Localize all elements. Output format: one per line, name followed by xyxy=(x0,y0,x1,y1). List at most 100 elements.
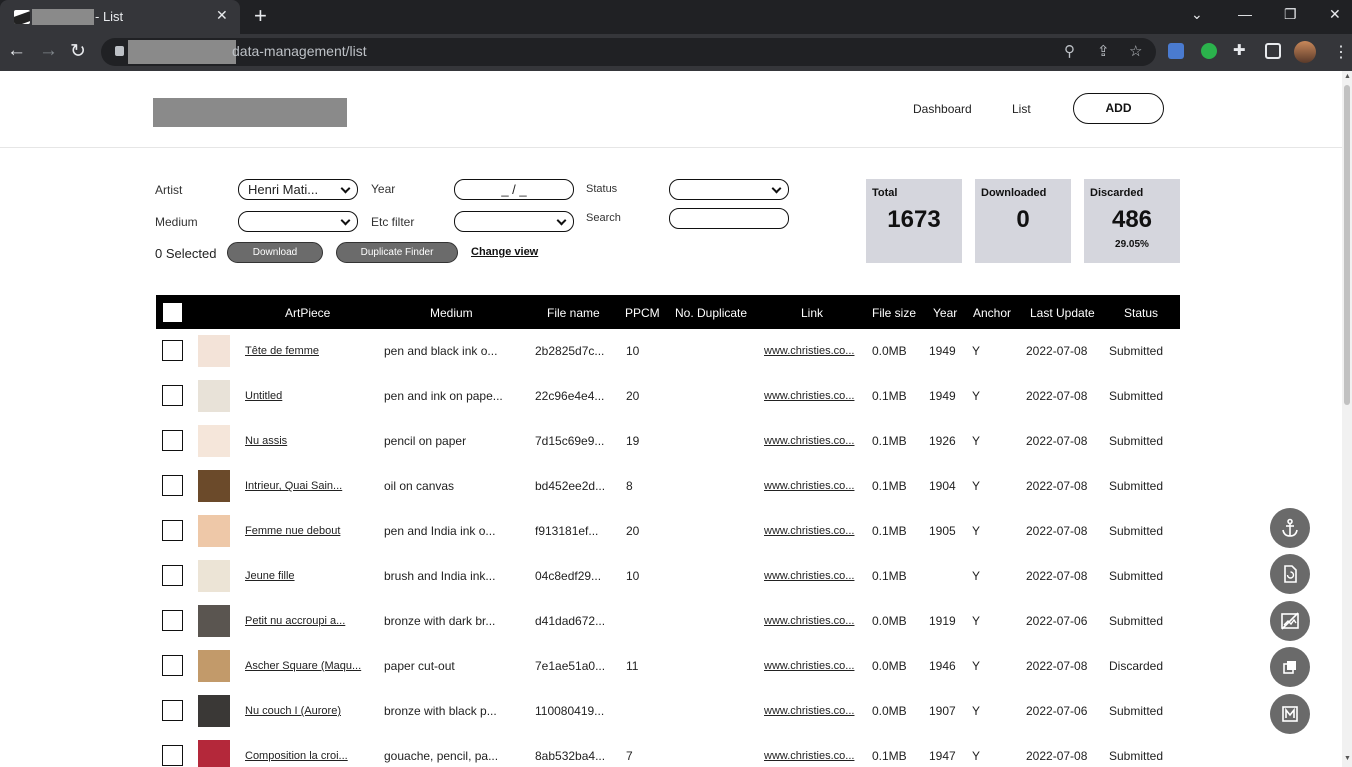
status-select[interactable] xyxy=(669,179,789,200)
add-button[interactable]: ADD xyxy=(1073,93,1164,124)
restore-icon[interactable]: ❐ xyxy=(1284,6,1297,23)
row-checkbox[interactable] xyxy=(162,610,183,631)
header-artpiece[interactable]: ArtPiece xyxy=(285,306,330,320)
source-link[interactable]: www.christies.co... xyxy=(764,525,856,537)
select-all-checkbox[interactable] xyxy=(163,303,182,322)
nav-dashboard[interactable]: Dashboard xyxy=(913,102,972,116)
page-scrollbar[interactable]: ▲ ▼ xyxy=(1342,71,1352,767)
header-link[interactable]: Link xyxy=(801,306,823,320)
artpiece-link[interactable]: Untitled xyxy=(245,390,363,402)
artpiece-link[interactable]: Nu assis xyxy=(245,435,363,447)
artwork-thumbnail[interactable] xyxy=(198,380,230,412)
artpiece-link[interactable]: Femme nue debout xyxy=(245,525,363,537)
source-link[interactable]: www.christies.co... xyxy=(764,435,856,447)
tab-close-icon[interactable]: ✕ xyxy=(216,7,228,24)
share-icon[interactable]: ⇪ xyxy=(1097,42,1110,60)
header-no-duplicate[interactable]: No. Duplicate xyxy=(675,306,747,320)
translate-extension-icon[interactable] xyxy=(1168,43,1184,59)
zoom-icon[interactable]: ⚲ xyxy=(1064,42,1075,60)
row-checkbox[interactable] xyxy=(162,340,183,361)
file-name-cell: d41dad672... xyxy=(535,614,606,628)
header-anchor[interactable]: Anchor xyxy=(973,306,1011,320)
anchor-fab[interactable] xyxy=(1270,508,1310,548)
bookmark-star-icon[interactable]: ☆ xyxy=(1129,42,1142,60)
source-link[interactable]: www.christies.co... xyxy=(764,750,856,762)
artwork-thumbnail[interactable] xyxy=(198,560,230,592)
download-button[interactable]: Download xyxy=(227,242,323,263)
artpiece-link[interactable]: Jeune fille xyxy=(245,570,363,582)
browser-tab[interactable]: - List ✕ xyxy=(0,0,240,34)
profile-avatar[interactable] xyxy=(1294,41,1316,63)
artwork-thumbnail[interactable] xyxy=(198,650,230,682)
artwork-thumbnail[interactable] xyxy=(198,695,230,727)
medium-cell: brush and India ink... xyxy=(384,569,496,583)
source-link[interactable]: www.christies.co... xyxy=(764,615,856,627)
artwork-thumbnail[interactable] xyxy=(198,470,230,502)
artist-value: Henri Mati... xyxy=(248,182,319,197)
artist-select[interactable]: Henri Mati... xyxy=(238,179,358,200)
artpiece-link[interactable]: Ascher Square (Maqu... xyxy=(245,660,363,672)
m-badge-fab[interactable] xyxy=(1270,694,1310,734)
download-file-fab[interactable] xyxy=(1270,554,1310,594)
source-link[interactable]: www.christies.co... xyxy=(764,480,856,492)
scroll-thumb[interactable] xyxy=(1344,85,1350,405)
reload-icon[interactable]: ↻ xyxy=(70,40,86,63)
duplicate-finder-button[interactable]: Duplicate Finder xyxy=(336,242,458,263)
year-input[interactable]: _ / _ xyxy=(454,179,574,200)
file-size-cell: 0.1MB xyxy=(872,749,907,763)
artpiece-link[interactable]: Nu couch I (Aurore) xyxy=(245,705,363,717)
tab-search-chevron-icon[interactable]: ⌄ xyxy=(1191,6,1203,23)
row-checkbox[interactable] xyxy=(162,385,183,406)
source-link[interactable]: www.christies.co... xyxy=(764,660,856,672)
artwork-thumbnail[interactable] xyxy=(198,605,230,637)
row-checkbox[interactable] xyxy=(162,565,183,586)
header-last-update[interactable]: Last Update xyxy=(1030,306,1095,320)
file-size-cell: 0.1MB xyxy=(872,569,907,583)
artpiece-link[interactable]: Tête de femme xyxy=(245,345,363,357)
medium-select[interactable] xyxy=(238,211,358,232)
row-checkbox[interactable] xyxy=(162,520,183,541)
artwork-thumbnail[interactable] xyxy=(198,740,230,767)
artwork-thumbnail[interactable] xyxy=(198,425,230,457)
artwork-thumbnail[interactable] xyxy=(198,335,230,367)
ppcm-cell: 11 xyxy=(626,659,639,673)
minimize-icon[interactable]: — xyxy=(1238,6,1252,22)
scroll-down-icon[interactable]: ▼ xyxy=(1344,755,1351,762)
etc-filter-select[interactable] xyxy=(454,211,574,232)
forward-icon[interactable]: → xyxy=(39,40,58,62)
source-link[interactable]: www.christies.co... xyxy=(764,570,856,582)
row-checkbox[interactable] xyxy=(162,475,183,496)
download-file-icon xyxy=(1284,565,1297,583)
header-year[interactable]: Year xyxy=(933,306,957,320)
side-panel-icon[interactable] xyxy=(1265,43,1281,59)
hide-image-fab[interactable] xyxy=(1270,601,1310,641)
row-checkbox[interactable] xyxy=(162,655,183,676)
scroll-up-icon[interactable]: ▲ xyxy=(1344,73,1351,80)
artpiece-link[interactable]: Intrieur, Quai Sain... xyxy=(245,480,363,492)
artpiece-link[interactable]: Composition la croi... xyxy=(245,750,363,762)
copy-fab[interactable] xyxy=(1270,647,1310,687)
artwork-thumbnail[interactable] xyxy=(198,515,230,547)
row-checkbox[interactable] xyxy=(162,430,183,451)
window-close-icon[interactable]: ✕ xyxy=(1329,6,1341,23)
source-link[interactable]: www.christies.co... xyxy=(764,345,856,357)
row-checkbox[interactable] xyxy=(162,700,183,721)
new-tab-icon[interactable]: + xyxy=(254,3,267,29)
chat-extension-icon[interactable] xyxy=(1201,43,1217,59)
address-bar[interactable]: data-management/list ⚲ ⇪ ☆ xyxy=(101,38,1156,66)
source-link[interactable]: www.christies.co... xyxy=(764,705,856,717)
nav-list[interactable]: List xyxy=(1012,102,1031,116)
search-input[interactable] xyxy=(669,208,789,229)
header-file-size[interactable]: File size xyxy=(872,306,916,320)
extensions-puzzle-icon[interactable]: ✚ xyxy=(1233,41,1246,59)
source-link[interactable]: www.christies.co... xyxy=(764,390,856,402)
change-view-link[interactable]: Change view xyxy=(471,246,538,258)
browser-menu-icon[interactable]: ⋮ xyxy=(1333,42,1349,62)
header-medium[interactable]: Medium xyxy=(430,306,473,320)
row-checkbox[interactable] xyxy=(162,745,183,766)
header-file-name[interactable]: File name xyxy=(547,306,600,320)
header-status[interactable]: Status xyxy=(1124,306,1158,320)
back-icon[interactable]: ← xyxy=(7,40,26,62)
header-ppcm[interactable]: PPCM xyxy=(625,306,660,320)
artpiece-link[interactable]: Petit nu accroupi a... xyxy=(245,615,363,627)
